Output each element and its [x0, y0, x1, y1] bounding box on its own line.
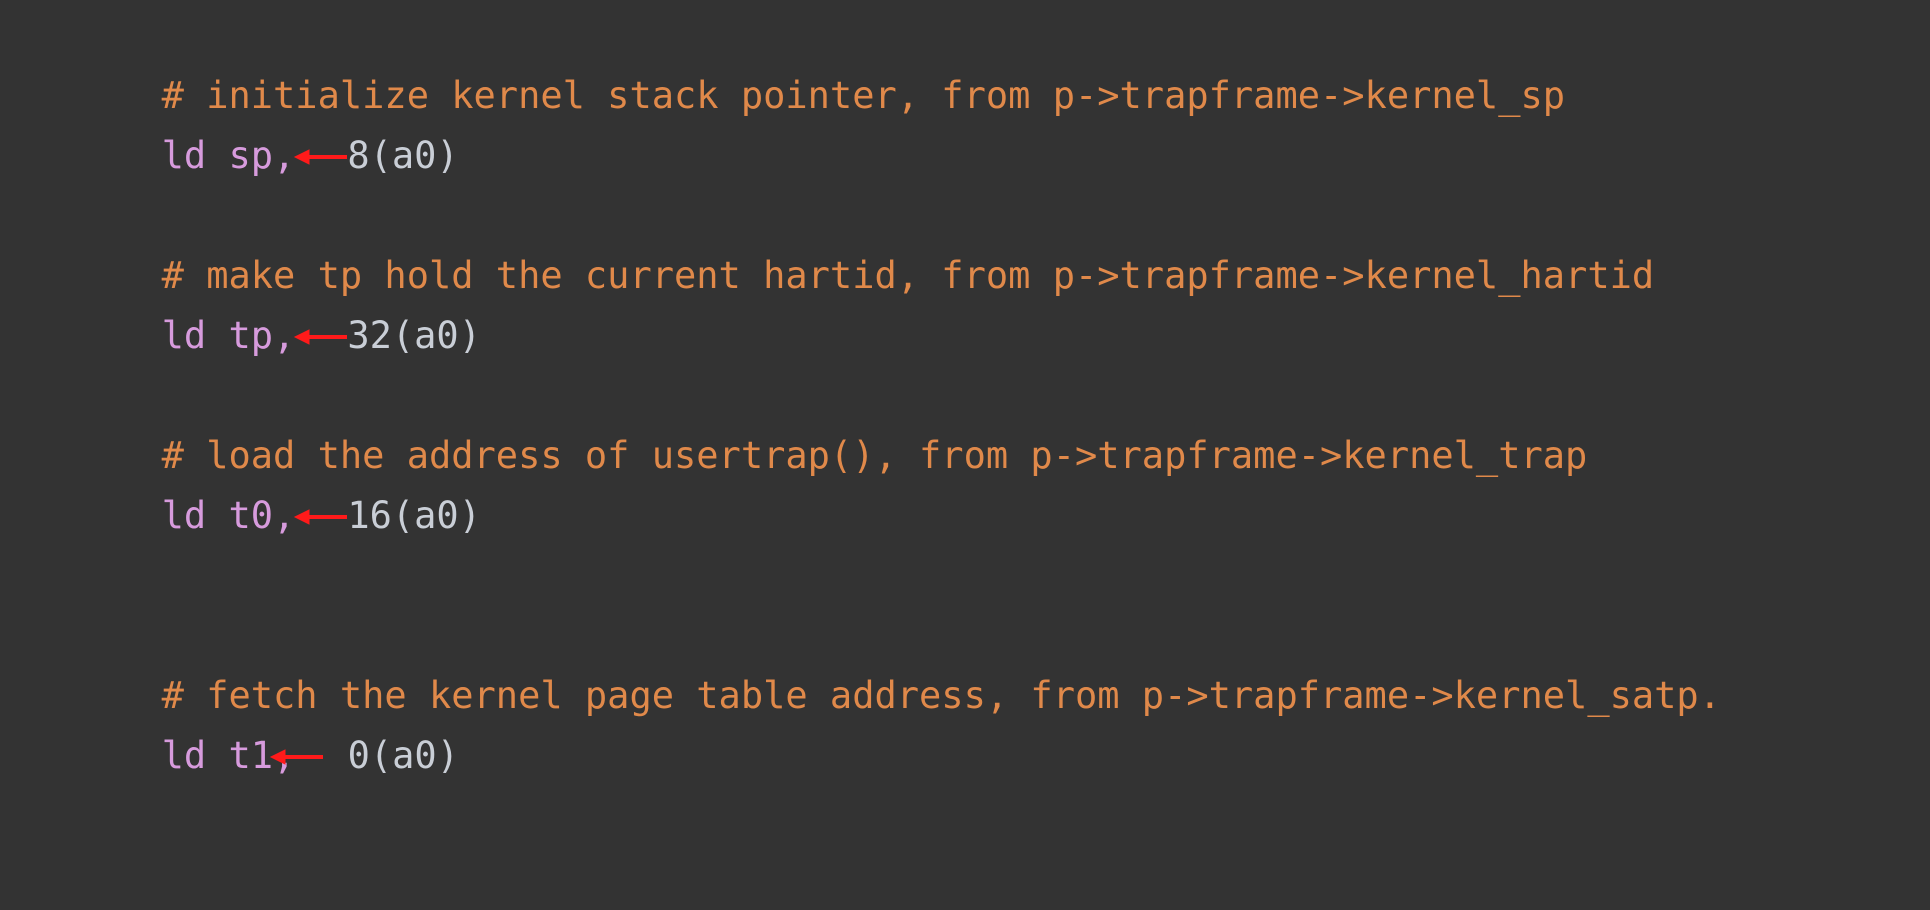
- code-line[interactable]: # initialize kernel stack pointer, from …: [28, 6, 1930, 117]
- code-line[interactable]: ld t1, 0(a0): [28, 666, 1930, 777]
- code-line[interactable]: # fetch the kernel page table address, f…: [28, 606, 1930, 717]
- instruction-mnemonic: ld: [161, 734, 229, 777]
- code-line[interactable]: ld t0, 16(a0): [28, 426, 1930, 537]
- code-editor-pane: # initialize kernel stack pointer, from …: [0, 0, 1930, 910]
- code-line[interactable]: ld sp, 8(a0): [28, 66, 1930, 177]
- code-lines-container: # initialize kernel stack pointer, from …: [28, 6, 1930, 910]
- code-line[interactable]: ld tp, 32(a0): [28, 246, 1930, 357]
- code-line[interactable]: # make tp hold the current hartid, from …: [28, 186, 1930, 297]
- code-line[interactable]: # load the address of usertrap(), from p…: [28, 366, 1930, 477]
